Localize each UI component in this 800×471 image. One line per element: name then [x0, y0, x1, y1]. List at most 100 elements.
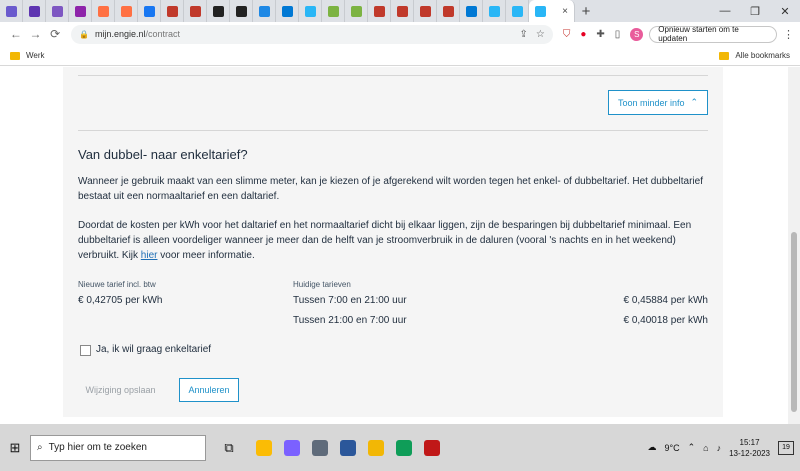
restart-update-button[interactable]: Opnieuw starten om te updaten [649, 25, 777, 43]
clock-date: 13-12-2023 [729, 448, 770, 458]
task-view-icon[interactable]: ⧉ [214, 440, 244, 456]
browser-tab[interactable] [299, 0, 322, 22]
single-tariff-checkbox[interactable] [80, 345, 91, 356]
tab-favicon-icon [258, 5, 270, 17]
tray-overflow-icon[interactable]: ⌃ [688, 442, 696, 453]
search-placeholder: Typ hier om te zoeken [48, 442, 147, 453]
browser-tab[interactable] [345, 0, 368, 22]
browser-tab[interactable] [138, 0, 161, 22]
weather-temperature[interactable]: 9°C [664, 443, 679, 453]
browser-tab[interactable] [184, 0, 207, 22]
bookmarks-bar: Werk Alle bookmarks [0, 46, 800, 66]
copilot-app-icon[interactable] [284, 439, 300, 456]
browser-menu-icon[interactable]: ⋮ [783, 28, 794, 41]
bookmark-folder-werk[interactable]: Werk [26, 51, 45, 60]
tab-favicon-icon [212, 5, 224, 17]
bookmark-star-icon[interactable]: ☆ [536, 29, 545, 40]
share-icon[interactable]: ⇪ [519, 29, 527, 40]
windows-start-icon[interactable]: ⊞ [0, 440, 30, 456]
browser-tab[interactable] [69, 0, 92, 22]
page-scrollbar[interactable] [788, 67, 800, 424]
browser-tab[interactable] [276, 0, 299, 22]
divider [78, 130, 708, 131]
network-icon[interactable]: ⌂ [703, 443, 708, 453]
calculator-app-icon[interactable] [312, 439, 328, 456]
scrollbar-thumb[interactable] [791, 232, 797, 412]
browser-tab[interactable] [437, 0, 460, 22]
tab-favicon-icon [97, 5, 109, 17]
browser-toolbar: ← → ⟳ 🔒 mijn.engie.nl/contract ⇪ ☆ ⛉ ● ✚… [0, 22, 800, 46]
new-tab-button[interactable]: + [575, 3, 597, 20]
browser-tab[interactable] [207, 0, 230, 22]
clock[interactable]: 15:17 13-12-2023 [729, 437, 770, 459]
tab-favicon-icon [304, 5, 316, 17]
notifications-icon[interactable]: 19 [778, 440, 794, 455]
cancel-button[interactable]: Annuleren [179, 378, 239, 402]
engie-favicon-icon [535, 5, 546, 17]
windows-taskbar: ⊞ ⌕ Typ hier om te zoeken ⧉ ☁ 9°C ⌃ ⌂ ♪ … [0, 424, 800, 471]
mcafee-app-icon[interactable] [424, 439, 440, 456]
browser-tab[interactable] [322, 0, 345, 22]
toggle-info-button[interactable]: Toon minder info ⌃ [608, 90, 708, 115]
ublock-extension-icon[interactable]: ⛉ [563, 29, 571, 40]
divider [78, 75, 708, 76]
tab-favicon-icon [350, 5, 362, 17]
reload-button[interactable]: ⟳ [45, 27, 65, 41]
all-bookmarks-button[interactable]: Alle bookmarks [719, 51, 790, 60]
single-tariff-checkbox-label[interactable]: Ja, ik wil graag enkeltarief [96, 344, 211, 355]
taskbar-search-box[interactable]: ⌕ Typ hier om te zoeken [30, 434, 206, 461]
tab-favicon-icon [373, 5, 385, 17]
new-rate-value: € 0,42705 per kWh [78, 295, 163, 306]
minimize-button[interactable]: — [710, 5, 740, 17]
rate-price: € 0,40018 per kWh [623, 315, 709, 326]
explorer-app-icon[interactable] [368, 439, 384, 456]
browser-tab[interactable] [46, 0, 69, 22]
browser-tab[interactable] [230, 0, 253, 22]
word-app-icon[interactable] [340, 439, 356, 456]
tab-favicon-icon [465, 5, 477, 17]
more-info-link[interactable]: hier [141, 250, 158, 261]
tab-favicon-icon [235, 5, 247, 17]
tab-favicon-icon [189, 5, 201, 17]
browser-tab[interactable] [483, 0, 506, 22]
tab-favicon-icon [74, 5, 86, 17]
browser-tab[interactable] [23, 0, 46, 22]
back-button[interactable]: ← [6, 27, 26, 41]
profile-avatar[interactable]: S [630, 27, 644, 41]
folder-icon [10, 51, 20, 60]
search-icon: ⌕ [37, 442, 43, 453]
tab-close-icon[interactable]: × [562, 6, 568, 17]
folder-icon [719, 51, 730, 60]
browser-tab[interactable] [368, 0, 391, 22]
browser-tab[interactable] [0, 0, 23, 22]
edge-app-icon[interactable] [396, 439, 412, 456]
rate-price: € 0,45884 per kWh [623, 295, 709, 306]
extensions-puzzle-icon[interactable]: ✚ [596, 29, 604, 40]
tab-favicon-icon [28, 5, 40, 17]
browser-tab[interactable] [414, 0, 437, 22]
forward-button[interactable]: → [26, 27, 46, 41]
browser-tab[interactable] [506, 0, 529, 22]
maximize-button[interactable]: ❐ [740, 5, 770, 18]
browser-tab[interactable] [391, 0, 414, 22]
savings-text-end: voor meer informatie. [157, 250, 255, 261]
pinterest-extension-icon[interactable]: ● [580, 29, 586, 40]
tab-favicon-icon [51, 5, 63, 17]
browser-tab[interactable] [161, 0, 184, 22]
chrome-app-icon[interactable] [256, 439, 272, 456]
browser-tab[interactable] [253, 0, 276, 22]
lock-icon: 🔒 [78, 29, 89, 39]
volume-icon[interactable]: ♪ [717, 443, 722, 453]
browser-tab[interactable] [92, 0, 115, 22]
side-panel-icon[interactable]: ▯ [615, 29, 621, 40]
active-tab[interactable]: × [529, 0, 575, 22]
weather-icon[interactable]: ☁ [647, 442, 656, 453]
close-window-button[interactable]: ✕ [770, 5, 800, 18]
address-bar[interactable]: 🔒 mijn.engie.nl/contract ⇪ ☆ [70, 24, 553, 44]
tab-strip: × + [0, 0, 800, 22]
tab-favicon-icon [442, 5, 454, 17]
browser-tab[interactable] [115, 0, 138, 22]
rate-period: Tussen 7:00 en 21:00 uur [293, 295, 407, 306]
browser-tab[interactable] [460, 0, 483, 22]
save-changes-button[interactable]: Wijziging opslaan [78, 378, 163, 402]
